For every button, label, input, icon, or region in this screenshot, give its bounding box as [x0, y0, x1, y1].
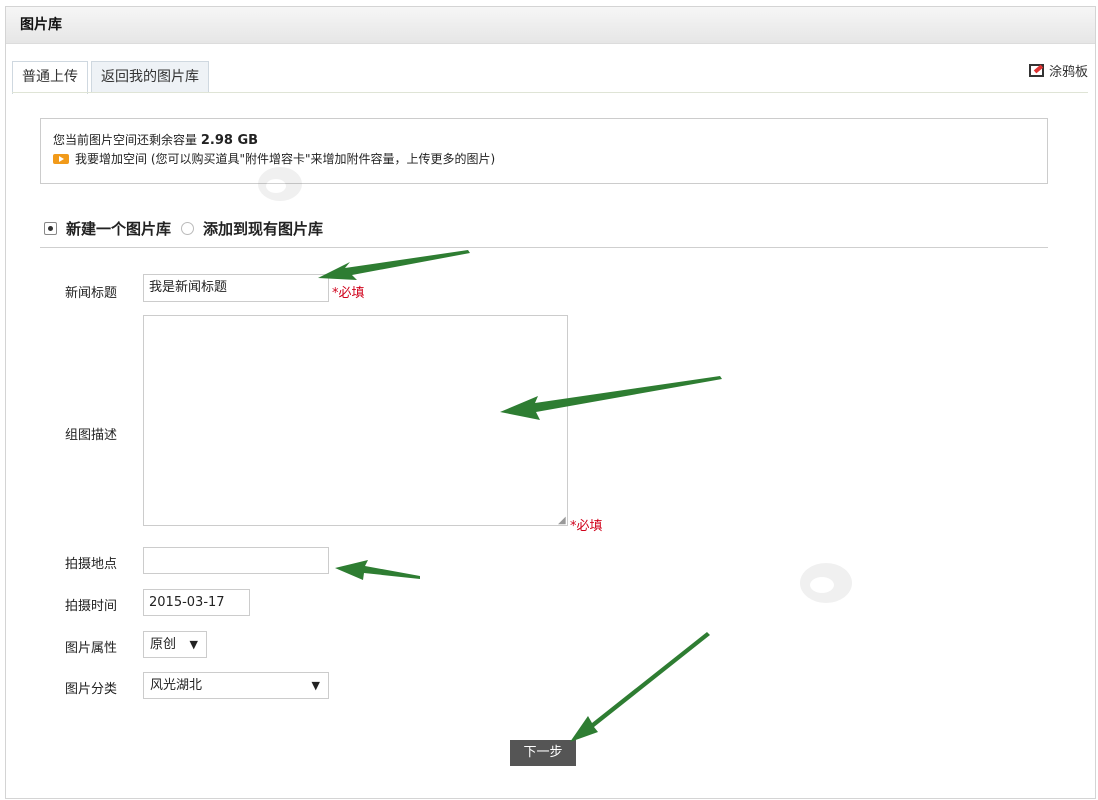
- chevron-down-icon: ▼: [311, 679, 320, 692]
- ticket-icon: [53, 154, 69, 164]
- tab-back-to-my-gallery[interactable]: 返回我的图片库: [91, 61, 209, 93]
- description-label: 组图描述: [65, 428, 118, 443]
- graffiti-board-link[interactable]: 涂鸦板: [1028, 61, 1088, 80]
- graffiti-board-label: 涂鸦板: [1048, 65, 1088, 80]
- attribute-select[interactable]: 原创 ▼: [143, 631, 207, 658]
- gallery-mode-group: 新建一个图片库 添加到现有图片库: [44, 218, 323, 239]
- attribute-label: 图片属性: [65, 641, 118, 656]
- tab-bar: 普通上传 返回我的图片库: [12, 61, 212, 94]
- description-required: *必填: [570, 519, 603, 534]
- radio-new-gallery-label: 新建一个图片库: [66, 220, 172, 238]
- capacity-prefix: 您当前图片空间还剩余容量: [53, 133, 198, 147]
- category-label: 图片分类: [65, 682, 118, 697]
- location-input[interactable]: [143, 547, 329, 574]
- news-title-label: 新闻标题: [65, 286, 118, 301]
- page-title: 图片库: [6, 7, 1095, 44]
- location-label: 拍摄地点: [65, 557, 118, 572]
- radio-existing-gallery-label: 添加到现有图片库: [203, 220, 324, 238]
- radio-existing-gallery[interactable]: [181, 222, 195, 235]
- capacity-line: 您当前图片空间还剩余容量 2.98 GB: [53, 131, 1035, 150]
- radio-new-gallery[interactable]: [44, 222, 57, 235]
- increase-space-link[interactable]: 我要增加空间 (您可以购买道具"附件增容卡"来增加附件容量，上传更多的图片): [53, 150, 1035, 168]
- section-divider: [40, 247, 1048, 248]
- tab-normal-upload[interactable]: 普通上传: [12, 61, 88, 94]
- date-input[interactable]: 2015-03-17: [143, 589, 250, 616]
- watermark-icon: [800, 563, 852, 603]
- date-label: 拍摄时间: [65, 599, 118, 614]
- tab-underline: [12, 92, 1088, 93]
- chevron-down-icon: ▼: [189, 638, 198, 651]
- news-title-input[interactable]: 我是新闻标题: [143, 274, 329, 302]
- graffiti-board-icon: [1028, 64, 1044, 77]
- category-select-value: 风光湖北: [150, 678, 203, 693]
- capacity-value: 2.98 GB: [200, 133, 259, 148]
- news-title-required: *必填: [332, 286, 365, 301]
- capacity-info-box: 您当前图片空间还剩余容量 2.98 GB 我要增加空间 (您可以购买道具"附件增…: [40, 118, 1048, 184]
- resize-handle-icon[interactable]: ◢: [558, 515, 566, 526]
- category-select[interactable]: 风光湖北 ▼: [143, 672, 329, 699]
- watermark-icon: [258, 167, 302, 201]
- next-step-button[interactable]: 下一步: [510, 740, 576, 766]
- description-textarea[interactable]: [143, 315, 568, 526]
- attribute-select-value: 原创: [150, 637, 177, 652]
